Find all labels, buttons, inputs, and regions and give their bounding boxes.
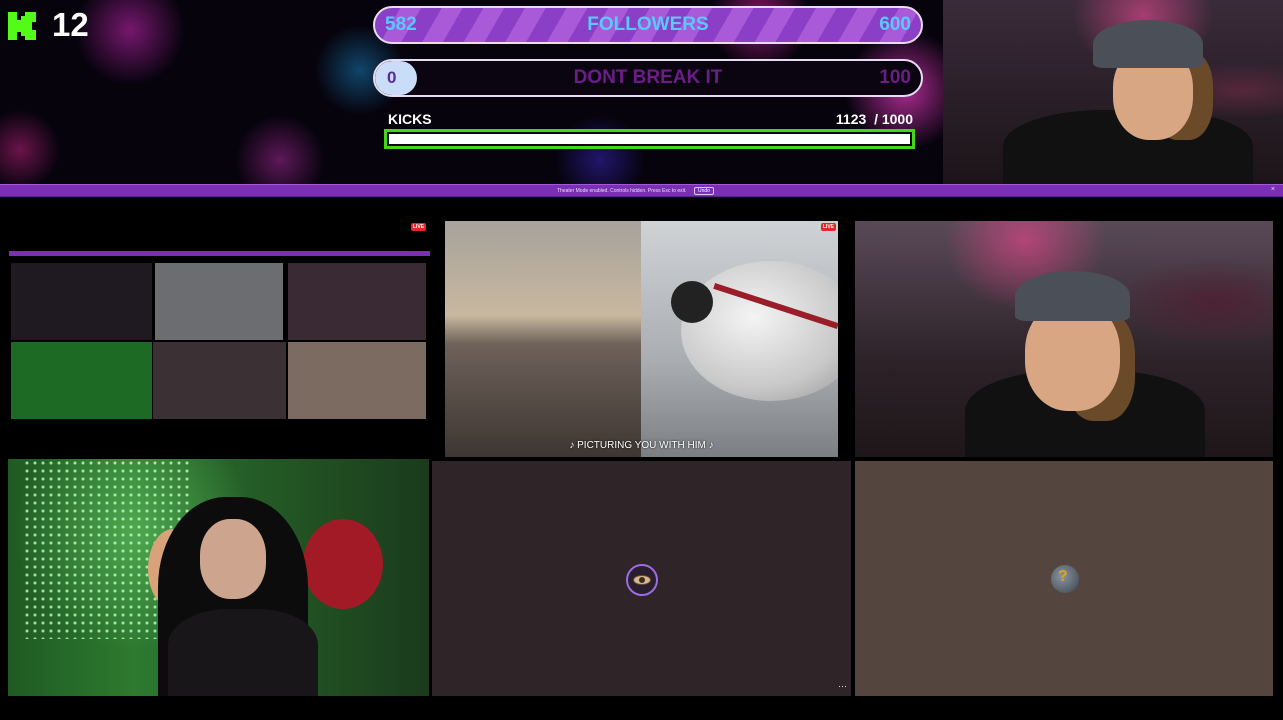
nested-cell-webcam	[288, 263, 426, 340]
coin-avatar-icon: ?	[1051, 565, 1079, 593]
nested-cell-green	[11, 342, 152, 419]
undo-button[interactable]: Undo	[694, 187, 714, 195]
live-badge: LIVE	[820, 223, 836, 231]
propeller-scene	[641, 221, 838, 457]
dont-break-it-goal-bar: 0 DONT BREAK IT 100	[373, 59, 923, 97]
followers-label: FOLLOWERS	[587, 14, 709, 35]
streamer-face	[200, 519, 266, 599]
kicks-total: / 1000	[874, 111, 913, 127]
kick-logo-icon	[8, 12, 36, 40]
followers-goal-bar: 582 FOLLOWERS 600	[373, 6, 923, 44]
kicks-count: 1123 / 1000	[836, 111, 913, 127]
close-icon[interactable]: ×	[1271, 186, 1275, 193]
nested-cell-eye	[153, 342, 286, 419]
runway-scene	[445, 221, 641, 457]
coin-avatar-tile[interactable]: ?	[855, 461, 1273, 696]
plane-video-tile[interactable]: LIVE ♪ PICTURING YOU WITH HIM ♪	[445, 221, 838, 457]
eye-icon	[633, 575, 651, 585]
streamer-webcam-tile[interactable]	[855, 221, 1273, 457]
more-options-icon[interactable]: ⋯	[838, 681, 847, 692]
viewer-count: 12	[52, 6, 89, 43]
eye-avatar	[626, 564, 658, 596]
kicks-progress-fill	[389, 134, 910, 144]
nested-notice-bar	[9, 251, 430, 256]
red-plush	[303, 519, 383, 609]
followers-target: 600	[879, 14, 911, 35]
kicks-label: KICKS	[388, 111, 432, 127]
nested-cell-grid	[11, 263, 152, 340]
live-badge: LIVE	[410, 223, 426, 231]
streamer-webcam	[943, 0, 1283, 184]
streamer-body	[168, 609, 318, 696]
stream-overlay: 12 582 FOLLOWERS 600 0 DONT BREAK IT 100…	[0, 0, 943, 184]
propeller-hub	[671, 281, 713, 323]
green-room-webcam-tile[interactable]	[8, 459, 429, 696]
nested-screen-tile[interactable]: LIVE	[7, 221, 432, 421]
theater-mode-notice: Theater Mode enabled. Controls hidden. P…	[0, 184, 1283, 197]
dont-break-it-target: 100	[879, 67, 911, 88]
song-caption: ♪ PICTURING YOU WITH HIM ♪	[569, 440, 714, 451]
notice-text: Theater Mode enabled. Controls hidden. P…	[557, 188, 687, 194]
dont-break-it-label: DONT BREAK IT	[573, 67, 723, 88]
nested-cell-plane	[155, 263, 283, 340]
eye-avatar-tile[interactable]: ⋯	[432, 461, 851, 696]
kicks-current: 1123	[835, 111, 867, 127]
kicks-progress-bar	[384, 129, 915, 149]
coin-mark: ?	[1058, 568, 1068, 585]
nested-cell-coin	[288, 342, 426, 419]
plane-fuselage	[681, 261, 838, 401]
